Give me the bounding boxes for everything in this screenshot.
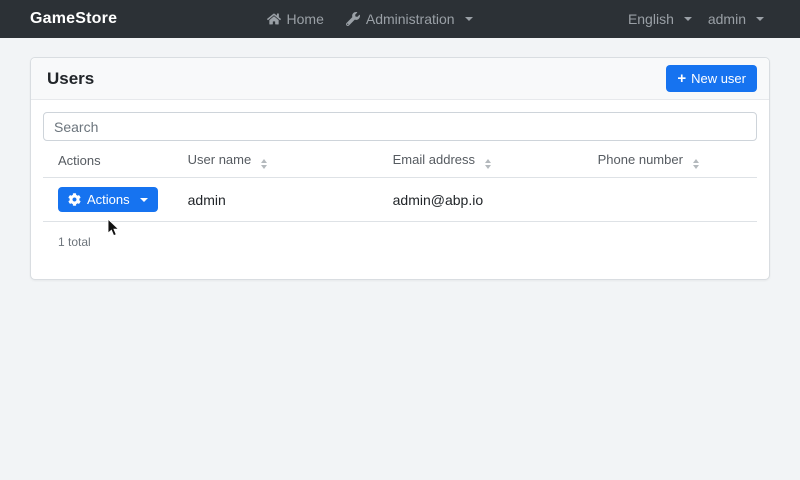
cell-actions: Actions (43, 177, 173, 222)
nav-home-label: Home (286, 11, 324, 27)
search-input[interactable] (43, 112, 757, 141)
brand-logo[interactable]: GameStore (30, 10, 117, 28)
sort-icon[interactable] (484, 159, 491, 169)
page-title: Users (47, 68, 95, 88)
user-menu-label: admin (707, 11, 746, 27)
chevron-down-icon (464, 17, 473, 21)
column-header-user-name[interactable]: User name (172, 143, 378, 178)
language-dropdown[interactable]: English (622, 11, 698, 27)
cell-email: admin@abp.io (377, 177, 583, 222)
nav-item-home[interactable]: Home (261, 11, 330, 27)
gear-icon (68, 193, 81, 206)
column-header-actions: Actions (43, 143, 173, 178)
row-actions-button-label: Actions (87, 192, 130, 207)
new-user-button[interactable]: + New user (666, 65, 757, 92)
table-header-row: Actions User name Email address Phone nu… (43, 143, 757, 178)
top-navbar: GameStore Home Administration English ad… (0, 0, 800, 38)
chevron-down-icon (139, 197, 148, 202)
main-content: Users + New user Actions User name (30, 57, 770, 280)
new-user-button-label: New user (691, 71, 746, 86)
plus-icon: + (677, 70, 687, 87)
language-label: English (627, 11, 674, 27)
nav-administration-label: Administration (365, 11, 455, 27)
cell-phone (582, 177, 757, 222)
chevron-down-icon (683, 17, 692, 21)
navbar-right: English admin (622, 11, 770, 27)
row-actions-button[interactable]: Actions (58, 187, 158, 212)
cell-user-name: admin (172, 177, 378, 222)
users-table: Actions User name Email address Phone nu… (43, 143, 757, 222)
home-icon (266, 12, 281, 26)
column-header-email[interactable]: Email address (377, 143, 583, 178)
sort-icon[interactable] (260, 159, 267, 169)
user-menu-dropdown[interactable]: admin (702, 11, 770, 27)
card-header: Users + New user (31, 58, 769, 100)
total-count: 1 total (58, 235, 91, 249)
main-menu: Home Administration (117, 11, 622, 27)
nav-item-administration[interactable]: Administration (340, 11, 479, 27)
card-body: Actions User name Email address Phone nu… (31, 100, 769, 279)
wrench-icon (345, 12, 360, 26)
users-card: Users + New user Actions User name (30, 57, 770, 280)
sort-icon[interactable] (692, 159, 699, 169)
table-row: Actions admin admin@abp.io (43, 177, 757, 222)
column-header-phone[interactable]: Phone number (582, 143, 757, 178)
chevron-down-icon (756, 17, 764, 21)
